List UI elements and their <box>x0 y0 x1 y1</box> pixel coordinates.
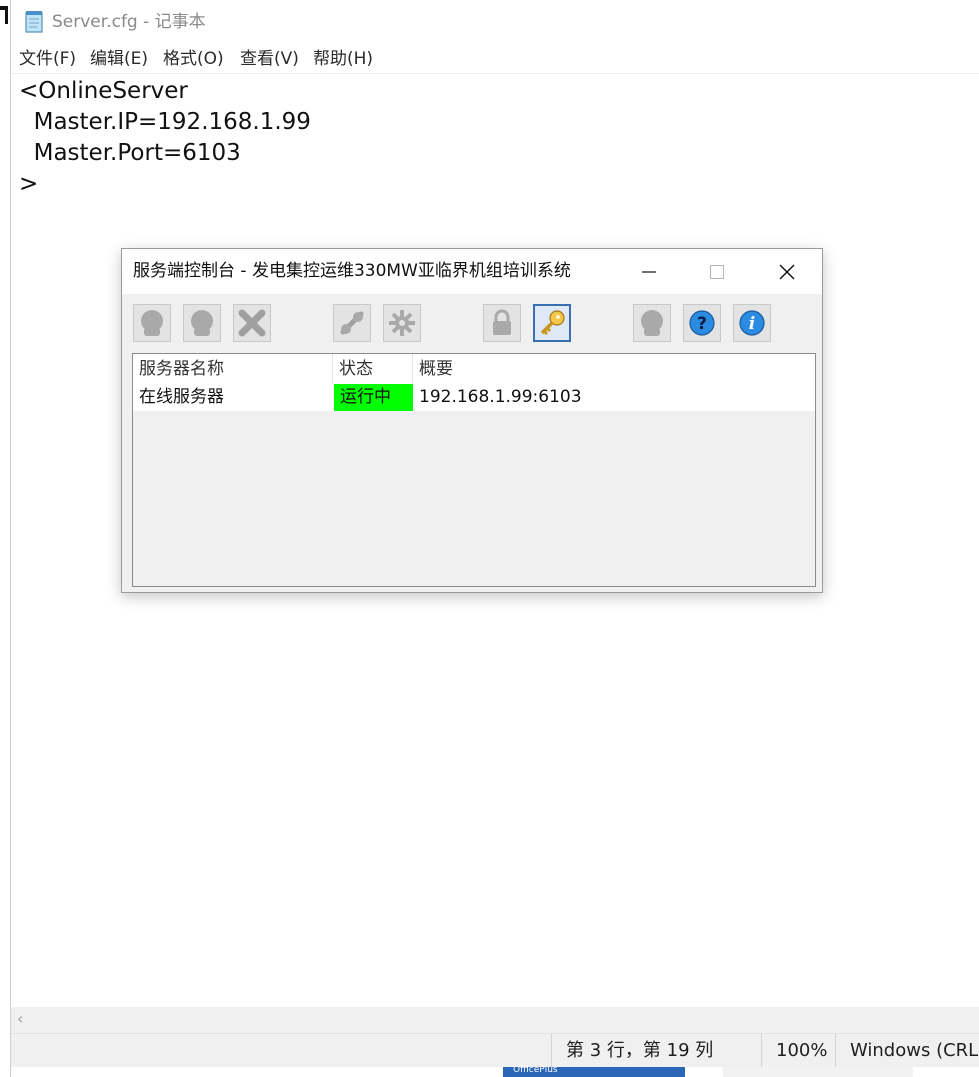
server-console-dialog: 服务端控制台 - 发电集控运维330MW亚临界机组培训系统 ? i 服务器名称 … <box>121 248 823 593</box>
notepad-text-area[interactable]: <OnlineServer Master.IP=192.168.1.99 Mas… <box>19 76 959 200</box>
menu-view[interactable]: 查看(V) <box>240 48 299 70</box>
taskbar-thumbnail-label: OfficePlus <box>513 1065 558 1075</box>
maximize-button[interactable] <box>688 249 746 294</box>
dialog-title: 服务端控制台 - 发电集控运维330MW亚临界机组培训系统 <box>133 261 571 281</box>
settings-button[interactable] <box>383 304 421 342</box>
menu-edit[interactable]: 编辑(E) <box>90 48 148 70</box>
info-button[interactable]: i <box>733 304 771 342</box>
lock-icon <box>493 309 511 335</box>
taskbar-thumbnail[interactable] <box>723 1067 913 1077</box>
status-badge: 运行中 <box>334 384 413 411</box>
stop-server-icon <box>191 310 213 336</box>
status-cursor-position: 第 3 行，第 19 列 <box>551 1034 759 1068</box>
svg-text:i: i <box>749 314 755 334</box>
stop-server-button[interactable] <box>183 304 221 342</box>
delete-icon <box>238 309 266 337</box>
chevron-left-icon[interactable]: ‹ <box>17 1009 23 1028</box>
svg-text:?: ? <box>697 314 707 334</box>
close-button[interactable] <box>758 249 816 294</box>
user-button[interactable] <box>633 304 671 342</box>
settings-gear-icon <box>389 310 415 336</box>
dialog-title-bar: 服务端控制台 - 发电集控运维330MW亚临界机组培训系统 <box>122 249 822 294</box>
menu-help[interactable]: 帮助(H) <box>313 48 373 70</box>
minimize-icon <box>642 270 656 273</box>
server-name-cell: 在线服务器 <box>139 387 224 407</box>
taskbar-thumbnails: OfficePlus <box>11 1065 979 1077</box>
text-line: Master.Port=6103 <box>19 140 241 166</box>
key-button[interactable] <box>533 304 571 342</box>
lock-button[interactable] <box>483 304 521 342</box>
close-icon <box>779 264 795 279</box>
key-icon <box>540 310 565 336</box>
summary-cell: 192.168.1.99:6103 <box>419 387 582 407</box>
server-list[interactable]: 服务器名称 状态 概要 在线服务器 运行中 192.168.1.99:6103 <box>132 353 816 587</box>
text-line: > <box>19 171 39 197</box>
menu-format[interactable]: 格式(O) <box>163 48 224 70</box>
help-icon: ? <box>689 310 715 336</box>
info-icon: i <box>739 310 765 336</box>
taskbar-thumbnail[interactable]: OfficePlus <box>503 1065 685 1077</box>
notepad-title: Server.cfg - 记事本 <box>52 12 206 32</box>
notepad-title-bar: Server.cfg - 记事本 <box>11 0 979 44</box>
status-bar: 第 3 行，第 19 列 100% Windows (CRLF <box>11 1033 979 1068</box>
table-row[interactable]: 在线服务器 运行中 192.168.1.99:6103 <box>133 384 815 411</box>
menu-file[interactable]: 文件(F) <box>19 48 76 70</box>
delete-button[interactable] <box>233 304 271 342</box>
notepad-menu-bar: 文件(F) 编辑(E) 格式(O) 查看(V) 帮助(H) <box>11 44 979 74</box>
text-line: <OnlineServer <box>19 78 188 104</box>
status-line-ending: Windows (CRLF <box>835 1034 979 1068</box>
minimize-button[interactable] <box>620 249 678 294</box>
text-line: Master.IP=192.168.1.99 <box>19 109 311 135</box>
maximize-icon <box>710 264 724 279</box>
start-server-icon <box>141 310 163 336</box>
status-zoom: 100% <box>761 1034 835 1068</box>
help-button[interactable]: ? <box>683 304 721 342</box>
connect-button[interactable] <box>333 304 371 342</box>
horizontal-scrollbar[interactable]: ‹ <box>11 1007 979 1033</box>
column-header-server-name[interactable]: 服务器名称 <box>133 354 333 384</box>
notepad-app-icon <box>25 11 43 33</box>
column-header-status[interactable]: 状态 <box>333 354 413 384</box>
column-header-summary[interactable]: 概要 <box>413 354 815 384</box>
start-server-button[interactable] <box>133 304 171 342</box>
background-window-edge <box>0 0 10 30</box>
server-list-header: 服务器名称 状态 概要 <box>133 354 815 384</box>
user-icon <box>641 310 663 336</box>
connect-icon <box>340 311 364 335</box>
